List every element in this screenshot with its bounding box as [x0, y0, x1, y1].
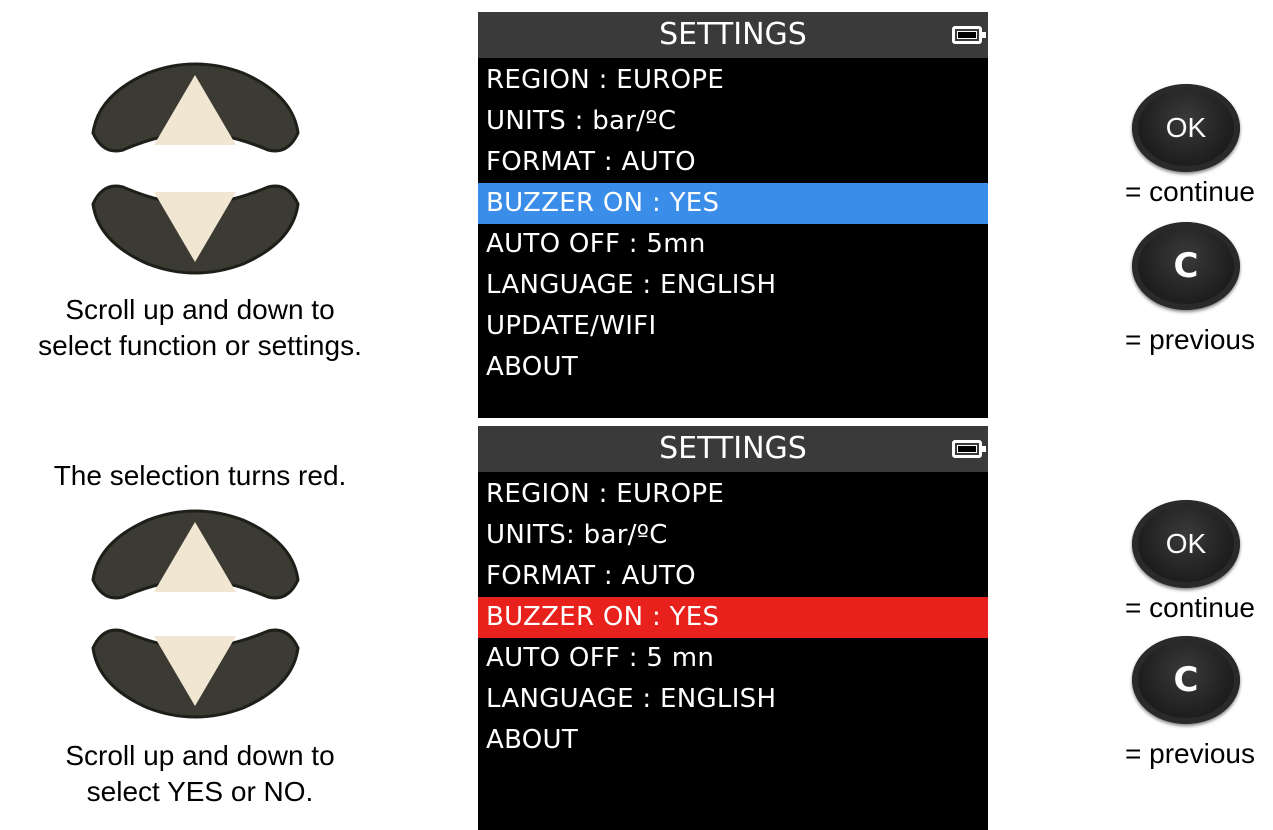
device-screen-top: SETTINGS REGION : EUROPE UNITS : bar/ºC … — [478, 12, 988, 418]
menu-item-units[interactable]: UNITS : bar/ºC — [478, 101, 988, 142]
caption-scroll-function: Scroll up and down to select function or… — [0, 292, 400, 364]
caption-line: Scroll up and down to — [65, 294, 335, 325]
down-arrow-button-icon[interactable] — [88, 172, 303, 282]
caption-line: select function or settings. — [38, 330, 362, 361]
screen-title: SETTINGS — [478, 12, 988, 58]
menu-item-language[interactable]: LANGUAGE : ENGLISH — [478, 679, 988, 720]
screen-title: SETTINGS — [478, 426, 988, 472]
screen-title-text: SETTINGS — [659, 431, 807, 466]
c-button-icon[interactable]: C — [1132, 222, 1240, 310]
ok-button-icon[interactable]: OK — [1132, 500, 1240, 588]
menu-item-format[interactable]: FORMAT : AUTO — [478, 556, 988, 597]
caption-scroll-yes-no: Scroll up and down to select YES or NO. — [0, 738, 400, 810]
settings-menu: REGION : EUROPE UNITS : bar/ºC FORMAT : … — [478, 60, 988, 388]
menu-item-auto-off[interactable]: AUTO OFF : 5 mn — [478, 638, 988, 679]
device-screen-bottom: SETTINGS REGION : EUROPE UNITS: bar/ºC F… — [478, 426, 988, 830]
continue-label: = continue — [1125, 176, 1255, 207]
menu-item-about[interactable]: ABOUT — [478, 347, 988, 388]
menu-item-format[interactable]: FORMAT : AUTO — [478, 142, 988, 183]
caption-line: select YES or NO. — [86, 776, 314, 807]
down-arrow-button-icon[interactable] — [88, 616, 303, 726]
menu-item-units[interactable]: UNITS: bar/ºC — [478, 515, 988, 556]
menu-item-buzzer-selected[interactable]: BUZZER ON : YES — [478, 183, 988, 224]
settings-menu: REGION : EUROPE UNITS: bar/ºC FORMAT : A… — [478, 474, 988, 761]
previous-label: = previous — [1125, 324, 1255, 355]
continue-label: = continue — [1125, 592, 1255, 623]
up-arrow-button-icon[interactable] — [88, 55, 303, 165]
menu-item-language[interactable]: LANGUAGE : ENGLISH — [478, 265, 988, 306]
previous-label: = previous — [1125, 738, 1255, 769]
caption-selection-red: The selection turns red. — [53, 460, 347, 491]
menu-item-region[interactable]: REGION : EUROPE — [478, 60, 988, 101]
battery-icon — [952, 26, 986, 44]
caption-line: Scroll up and down to — [65, 740, 335, 771]
menu-item-about[interactable]: ABOUT — [478, 720, 988, 761]
screen-title-text: SETTINGS — [659, 17, 807, 52]
up-arrow-button-icon[interactable] — [88, 502, 303, 612]
menu-item-buzzer-selected[interactable]: BUZZER ON : YES — [478, 597, 988, 638]
menu-item-update-wifi[interactable]: UPDATE/WIFI — [478, 306, 988, 347]
c-button-icon[interactable]: C — [1132, 636, 1240, 724]
battery-icon — [952, 440, 986, 458]
ok-button-icon[interactable]: OK — [1132, 84, 1240, 172]
menu-item-auto-off[interactable]: AUTO OFF : 5mn — [478, 224, 988, 265]
menu-item-region[interactable]: REGION : EUROPE — [478, 474, 988, 515]
